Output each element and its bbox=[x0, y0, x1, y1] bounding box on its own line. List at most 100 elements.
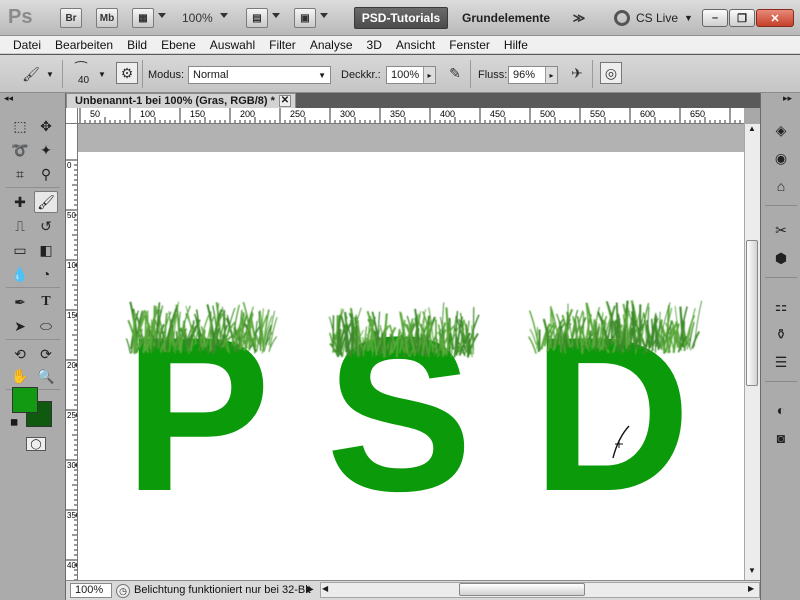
crop-tool-icon[interactable]: ⌗ bbox=[8, 163, 32, 185]
scroll-up-icon[interactable]: ▲ bbox=[748, 124, 756, 133]
status-zoom-field[interactable]: 100% bbox=[70, 583, 112, 598]
pen-tool-icon[interactable]: ✒ bbox=[8, 291, 32, 313]
more-workspaces-button[interactable]: ≫ bbox=[568, 7, 590, 29]
restore-button[interactable]: ❐ bbox=[729, 9, 755, 27]
opacity-label: Deckkr.: bbox=[341, 69, 381, 81]
channels-panel-icon[interactable]: ◉ bbox=[769, 147, 793, 169]
grass-blade bbox=[150, 319, 153, 354]
status-info-icon[interactable]: ◷ bbox=[116, 584, 130, 598]
menu-filter[interactable]: Filter bbox=[262, 38, 303, 52]
lasso-tool-icon[interactable]: ➰ bbox=[8, 139, 32, 161]
default-colors-icon[interactable]: ◼ bbox=[10, 417, 18, 428]
menu-analyse[interactable]: Analyse bbox=[303, 38, 360, 52]
ruler-label: 400 bbox=[440, 109, 455, 119]
clone-source-panel-icon[interactable]: ⚱ bbox=[769, 323, 793, 345]
3d-orbit-tool-icon[interactable]: ⟳ bbox=[34, 343, 58, 365]
ruler-label: 50 bbox=[67, 211, 76, 220]
chevron-down-icon[interactable] bbox=[272, 13, 280, 18]
dodge-tool-icon[interactable]: ◔ bbox=[34, 263, 58, 285]
collapse-icon[interactable]: ◂◂ bbox=[4, 93, 13, 104]
layers-panel-icon[interactable]: ◈ bbox=[769, 119, 793, 141]
close-icon[interactable]: ✕ bbox=[279, 95, 291, 107]
screen-mode-button[interactable]: ▣ bbox=[294, 8, 316, 28]
pressure-size-button[interactable]: ◎ bbox=[600, 62, 622, 84]
eraser-tool-icon[interactable]: ▭ bbox=[8, 239, 32, 261]
chevron-down-icon[interactable]: ▼ bbox=[98, 70, 106, 79]
ellipse-tool-icon[interactable]: ⬭ bbox=[34, 315, 58, 337]
brush-tool-icon[interactable]: 🖌 bbox=[34, 191, 58, 213]
document-tab-title: Unbenannt-1 bei 100% (Gras, RGB/8) * bbox=[75, 95, 275, 107]
chevron-down-icon[interactable] bbox=[158, 13, 166, 18]
chevron-right-icon: ▸ bbox=[545, 67, 557, 83]
gradient-tool-icon[interactable]: ◧ bbox=[34, 239, 58, 261]
ruler-label: 350 bbox=[67, 511, 78, 520]
minibridge-button[interactable]: Mb bbox=[96, 8, 118, 28]
mode-select[interactable]: Normal ▼ bbox=[188, 66, 331, 84]
menu-hilfe[interactable]: Hilfe bbox=[497, 38, 535, 52]
flow-input[interactable]: 96% ▸ bbox=[508, 66, 558, 84]
paths-panel-icon[interactable]: ⌂ bbox=[769, 175, 793, 197]
foreground-color-swatch[interactable] bbox=[12, 387, 38, 413]
menu-auswahl[interactable]: Auswahl bbox=[203, 38, 262, 52]
menu-datei[interactable]: Datei bbox=[6, 38, 48, 52]
minimize-button[interactable]: – bbox=[702, 9, 728, 27]
brush-panel-icon: ⚙ bbox=[120, 64, 134, 81]
cs-live[interactable]: CS Live ▼ bbox=[614, 8, 693, 28]
chevron-down-icon[interactable]: ▼ bbox=[46, 70, 54, 79]
clone-stamp-tool-icon[interactable]: ⎍ bbox=[8, 215, 32, 237]
expand-panels-icon[interactable]: ▸▸ bbox=[783, 93, 792, 104]
eyedropper-tool-icon[interactable]: ⚲ bbox=[34, 163, 58, 185]
masks-panel-icon[interactable]: ◙ bbox=[769, 427, 793, 449]
menu-bearbeiten[interactable]: Bearbeiten bbox=[48, 38, 120, 52]
grass-blade bbox=[536, 327, 539, 350]
vertical-scroll-thumb[interactable] bbox=[746, 240, 758, 386]
opacity-input[interactable]: 100% ▸ bbox=[386, 66, 436, 84]
arrange-documents-button[interactable]: ▤ bbox=[246, 8, 268, 28]
menu-ebene[interactable]: Ebene bbox=[154, 38, 203, 52]
menu-ansicht[interactable]: Ansicht bbox=[389, 38, 442, 52]
ruler-origin[interactable] bbox=[66, 108, 78, 124]
zoom-level[interactable]: 100% bbox=[182, 11, 213, 25]
ruler-label: 100 bbox=[140, 109, 155, 119]
3d-rotate-tool-icon[interactable]: ⟲ bbox=[8, 343, 32, 365]
quick-mask-button[interactable]: ◯ bbox=[26, 437, 46, 451]
type-tool-icon[interactable]: T bbox=[34, 291, 58, 313]
brush-presets-panel-icon[interactable]: ⚏ bbox=[769, 295, 793, 317]
blur-tool-icon[interactable]: 💧 bbox=[8, 263, 32, 285]
scroll-right-icon[interactable]: ▶ bbox=[748, 584, 754, 593]
history-brush-tool-icon[interactable]: ↺ bbox=[34, 215, 58, 237]
bridge-button[interactable]: Br bbox=[60, 8, 82, 28]
move-tool-icon[interactable]: ✥ bbox=[34, 115, 58, 137]
healing-brush-tool-icon[interactable]: ✚ bbox=[8, 191, 32, 213]
separator bbox=[142, 60, 143, 88]
brush-preset-picker[interactable]: 🖌 bbox=[20, 63, 42, 85]
magic-wand-tool-icon[interactable]: ✦ bbox=[34, 139, 58, 161]
workspace-grundelemente[interactable]: Grundelemente bbox=[456, 7, 556, 29]
zoom-tool-icon[interactable]: 🔍 bbox=[34, 365, 58, 387]
actions-panel-icon[interactable]: ☰ bbox=[769, 351, 793, 373]
canvas[interactable]: P S D bbox=[78, 152, 744, 580]
horizontal-scroll-thumb[interactable] bbox=[459, 583, 585, 596]
brush-panel-toggle[interactable]: ⚙ bbox=[116, 62, 138, 84]
menu-bild[interactable]: Bild bbox=[120, 38, 154, 52]
3d-panel-icon[interactable]: ⬢ bbox=[769, 247, 793, 269]
scroll-left-icon[interactable]: ◀ bbox=[322, 584, 328, 593]
close-button[interactable]: ✕ bbox=[756, 9, 794, 27]
hand-tool-icon[interactable]: ✋ bbox=[8, 365, 32, 387]
pressure-opacity-button[interactable]: ✎ bbox=[444, 62, 466, 84]
chevron-down-icon[interactable] bbox=[320, 13, 328, 18]
adjustments-panel-icon[interactable]: ◐ bbox=[769, 399, 793, 421]
scroll-down-icon[interactable]: ▼ bbox=[748, 566, 756, 575]
document-tab[interactable]: Unbenannt-1 bei 100% (Gras, RGB/8) * ✕ bbox=[66, 93, 296, 108]
airbrush-button[interactable]: ✈ bbox=[566, 62, 588, 84]
tools-presets-panel-icon[interactable]: ✂ bbox=[769, 219, 793, 241]
path-selection-tool-icon[interactable]: ➤ bbox=[8, 315, 32, 337]
workspace-psd-tutorials[interactable]: PSD-Tutorials bbox=[354, 7, 448, 29]
menu-fenster[interactable]: Fenster bbox=[442, 38, 497, 52]
grass-blade bbox=[269, 317, 278, 349]
chevron-down-icon[interactable] bbox=[220, 13, 228, 18]
status-menu-arrow-icon[interactable]: ▶ bbox=[306, 584, 314, 595]
view-extras-button[interactable]: ▦ bbox=[132, 8, 154, 28]
marquee-tool-icon[interactable]: ⬚ bbox=[8, 115, 32, 137]
menu-3d[interactable]: 3D bbox=[360, 38, 389, 52]
